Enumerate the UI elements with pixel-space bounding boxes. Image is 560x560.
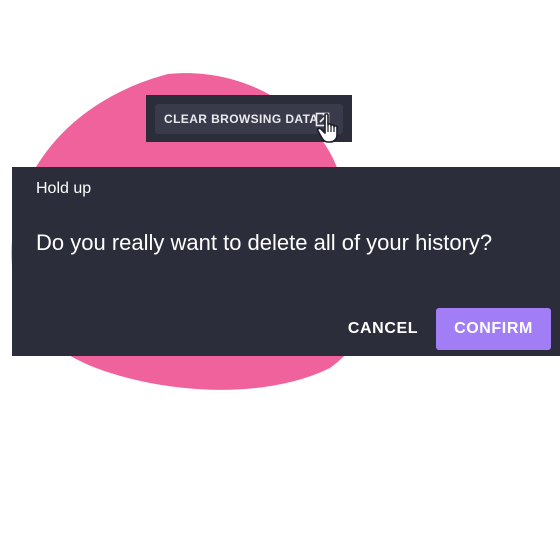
clear-browsing-data-label: CLEAR BROWSING DATA xyxy=(164,112,319,126)
confirm-button[interactable]: CONFIRM xyxy=(436,308,551,350)
top-bar: CLEAR BROWSING DATA xyxy=(146,95,352,143)
stage: CLEAR BROWSING DATA Hold up Do you reall… xyxy=(0,0,560,560)
hand-pointer-icon xyxy=(316,113,338,143)
cancel-button[interactable]: CANCEL xyxy=(338,309,428,349)
clear-browsing-data-button[interactable]: CLEAR BROWSING DATA xyxy=(155,104,343,134)
dialog-title: Hold up xyxy=(36,180,92,197)
confirm-dialog: Hold up Do you really want to delete all… xyxy=(12,167,560,356)
dialog-message: Do you really want to delete all of your… xyxy=(36,230,493,255)
